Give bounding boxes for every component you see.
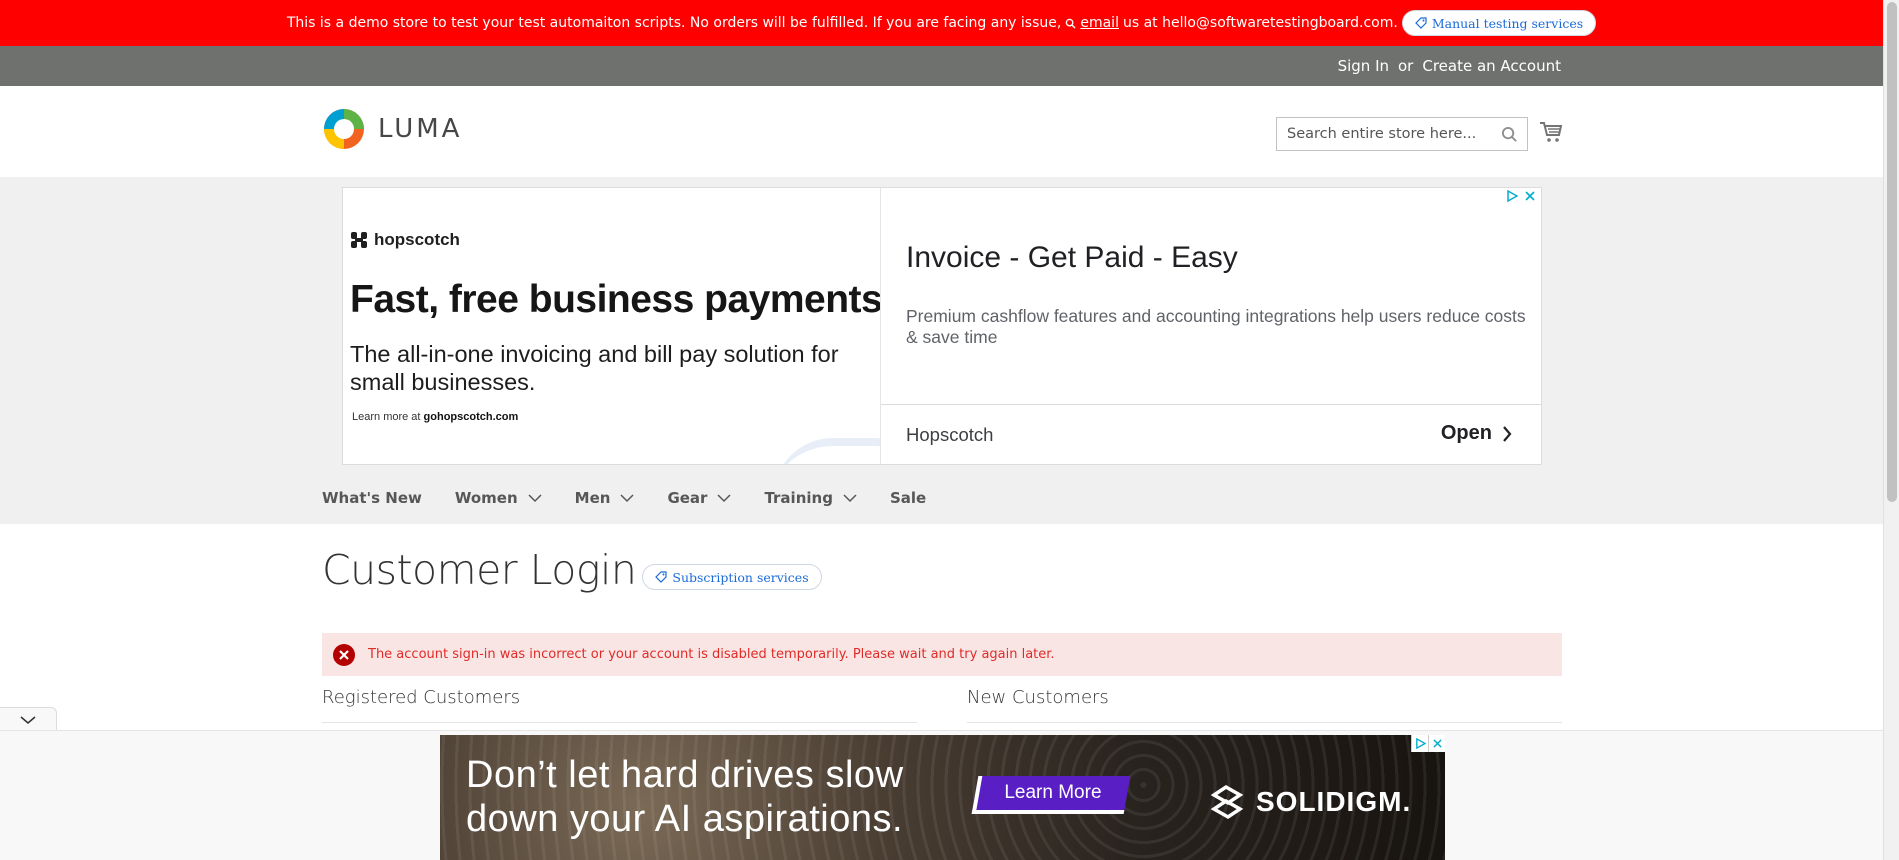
hopscotch-logo-icon xyxy=(351,232,367,248)
main-navigation: What's New Women Men Gear Training Sale xyxy=(322,481,959,515)
ad-and-nav-band: hopscotch Fast, free business payments T… xyxy=(0,177,1883,524)
close-ad-icon[interactable] xyxy=(1524,190,1536,202)
ad-learn-more: Learn more at gohopscotch.com xyxy=(352,411,518,423)
page-title-row: Customer Login Subscription services xyxy=(322,546,822,594)
ad-divider xyxy=(881,404,1541,405)
nav-item-gear[interactable]: Gear xyxy=(667,489,731,507)
solidigm-brand-name: SOLIDIGM. xyxy=(1256,786,1412,817)
tag-icon xyxy=(1414,17,1427,29)
nav-item-women[interactable]: Women xyxy=(455,489,542,507)
close-ad-icon[interactable] xyxy=(1428,735,1445,752)
chevron-down-icon xyxy=(717,494,731,503)
error-message: The account sign-in was incorrect or you… xyxy=(322,633,1562,676)
ad-learn-url: gohopscotch.com xyxy=(423,411,519,423)
manual-testing-services-label: Manual testing services xyxy=(1431,15,1584,31)
nav-item-label: Women xyxy=(454,489,518,507)
nav-item-label: Sale xyxy=(889,489,927,507)
subscription-services-label: Subscription services xyxy=(672,569,809,585)
cart-icon[interactable] xyxy=(1539,120,1563,144)
ad-advertiser: Hopscotch xyxy=(906,424,994,445)
adchoices-icon[interactable] xyxy=(1506,190,1518,202)
chevron-right-icon xyxy=(1503,425,1512,442)
vertical-scrollbar[interactable] xyxy=(1883,0,1899,860)
search-box xyxy=(1276,117,1528,151)
scrollbar-thumb[interactable] xyxy=(1887,2,1897,502)
email-link[interactable]: email xyxy=(1080,15,1119,31)
magnifier-icon xyxy=(1065,18,1076,29)
ad-learn-prefix: Learn more at xyxy=(352,411,424,423)
logo[interactable]: LUMA xyxy=(322,107,462,151)
luma-logo-icon xyxy=(324,109,364,149)
header-content: LUMA xyxy=(0,86,1883,177)
learn-more-label: Learn More xyxy=(1004,782,1102,803)
manual-testing-services-button[interactable]: Manual testing services xyxy=(1401,10,1597,36)
hopscotch-brand-name: hopscotch xyxy=(374,230,460,249)
section-divider xyxy=(967,722,1562,723)
chevron-down-icon xyxy=(20,715,36,724)
search-icon[interactable] xyxy=(1501,126,1518,143)
display-ad[interactable]: hopscotch Fast, free business payments T… xyxy=(342,187,1542,465)
adchoices-icon[interactable] xyxy=(1411,735,1428,752)
banner-ad-line-1: Don’t let hard drives slow xyxy=(466,754,904,796)
header-links: Sign In or Create an Account xyxy=(1338,46,1561,86)
error-message-text: The account sign-in was incorrect or you… xyxy=(368,647,1055,662)
or-separator: or xyxy=(1398,57,1414,75)
nav-item-label: Training xyxy=(764,489,833,507)
bottom-banner-ad[interactable]: Don’t let hard drives slow down your AI … xyxy=(440,735,1445,860)
ad-subhead: The all-in-one invoicing and bill pay so… xyxy=(350,341,839,395)
search-input[interactable] xyxy=(1287,126,1487,142)
ad-open-label: Open xyxy=(1440,422,1492,444)
registered-customers-title: Registered Customers xyxy=(322,687,521,708)
nav-item-sale[interactable]: Sale xyxy=(890,489,926,507)
create-account-link[interactable]: Create an Account xyxy=(1422,57,1561,75)
demo-notice-text: This is a demo store to test your test a… xyxy=(286,15,1062,31)
chevron-down-icon xyxy=(843,494,857,503)
decorative-swoosh xyxy=(773,438,880,464)
ad-text-panel[interactable]: Invoice - Get Paid - Easy Premium cashfl… xyxy=(881,188,1541,464)
chevron-down-icon xyxy=(620,494,634,503)
header-panel: Sign In or Create an Account xyxy=(0,46,1883,86)
demo-notice-email: us at hello@softwaretestingboard.com. xyxy=(1122,15,1398,31)
nav-item-label: Men xyxy=(574,489,611,507)
new-customers-title: New Customers xyxy=(967,687,1109,708)
nav-item-label: What's New xyxy=(322,489,422,507)
ad-open-button[interactable]: Open xyxy=(1441,422,1512,445)
demo-notice-banner: This is a demo store to test your test a… xyxy=(0,0,1883,46)
ad-description: Premium cashflow features and accounting… xyxy=(906,306,1526,347)
hopscotch-brand: hopscotch xyxy=(350,230,460,250)
ad-choices[interactable] xyxy=(1506,190,1536,202)
learn-more-button[interactable]: Learn More xyxy=(971,776,1131,814)
error-icon xyxy=(333,643,355,666)
ad-title[interactable]: Invoice - Get Paid - Easy xyxy=(906,241,1238,275)
nav-item-men[interactable]: Men xyxy=(575,489,635,507)
ad-creative[interactable]: hopscotch Fast, free business payments T… xyxy=(343,188,881,464)
solidigm-logo-icon xyxy=(1210,784,1244,820)
banner-ad-choices[interactable] xyxy=(1411,735,1445,752)
page: This is a demo store to test your test a… xyxy=(0,0,1883,860)
collapse-ad-toggle[interactable] xyxy=(0,707,57,731)
sign-in-link[interactable]: Sign In xyxy=(1338,57,1389,75)
page-title: Customer Login xyxy=(322,546,637,594)
ad-headline: Fast, free business payments xyxy=(350,278,881,321)
nav-item-training[interactable]: Training xyxy=(764,489,857,507)
nav-item-whats-new[interactable]: What's New xyxy=(322,489,422,507)
subscription-services-button[interactable]: Subscription services xyxy=(642,564,822,590)
solidigm-brand: SOLIDIGM. xyxy=(1206,781,1411,823)
nav-item-label: Gear xyxy=(667,489,708,507)
logo-text: LUMA xyxy=(378,114,463,144)
chevron-down-icon xyxy=(528,494,542,503)
tag-icon xyxy=(655,571,667,583)
section-divider xyxy=(322,722,917,723)
banner-ad-line-2: down your AI aspirations. xyxy=(466,798,904,840)
banner-ad-headline: Don’t let hard drives slow down your AI … xyxy=(466,753,904,841)
